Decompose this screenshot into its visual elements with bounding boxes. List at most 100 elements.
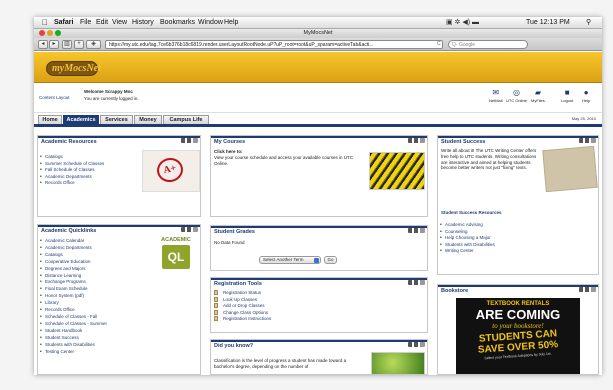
- reg-link-instructions[interactable]: Registration Instructions: [214, 316, 271, 323]
- channel-controls-icon[interactable]: [408, 138, 425, 143]
- link-writing-center[interactable]: Writing Center: [440, 248, 495, 255]
- ql-link[interactable]: Honor System (pdf): [40, 293, 107, 300]
- os-menu-bar:  Safari File Edit View History Bookmark…: [34, 17, 602, 29]
- ql-link[interactable]: Library: [40, 300, 107, 307]
- academic-resources-list: Catalogs Summer Schedule of Classes Fall…: [40, 154, 104, 187]
- did-you-know-title: Did you know?: [211, 340, 427, 349]
- ql-link[interactable]: Final Exam Schedule: [40, 286, 107, 293]
- menu-edit[interactable]: Edit: [96, 17, 108, 29]
- academic-resources-title: Academic Resources: [38, 136, 200, 145]
- spotlight-icon[interactable]: ⚲: [586, 17, 591, 29]
- tab-home[interactable]: Home: [38, 115, 62, 124]
- ql-link[interactable]: Distance Learning: [40, 273, 107, 280]
- channel-controls-icon[interactable]: [579, 287, 596, 292]
- ql-link[interactable]: Students with Disabilities: [40, 342, 107, 349]
- tab-money[interactable]: Money: [134, 115, 162, 124]
- mymocsnet-logo[interactable]: myMocsNet: [46, 61, 101, 76]
- green-image: [371, 352, 425, 374]
- ql-link[interactable]: Student Handbook: [40, 328, 107, 335]
- link-help-choosing-major[interactable]: Help Choosing a Major: [440, 235, 495, 242]
- zoom-window-icon[interactable]: [55, 30, 61, 36]
- ql-link[interactable]: Testing Center: [40, 349, 107, 356]
- resources-subtitle: Student Success Resources: [441, 210, 502, 215]
- ql-link[interactable]: Degrees and Majors: [40, 266, 107, 273]
- ql-link[interactable]: Academic Calendar: [40, 238, 107, 245]
- forward-icon[interactable]: ▸: [49, 40, 59, 49]
- term-select[interactable]: Select Another Term: [259, 256, 321, 264]
- academic-resources-channel: Academic Resources Catalogs Summer Sched…: [37, 135, 201, 217]
- add-bookmark-icon[interactable]: +: [74, 40, 84, 49]
- ql-link[interactable]: Schedule of Classes - Fall: [40, 314, 107, 321]
- menu-file[interactable]: File: [80, 17, 91, 29]
- reg-link-change-options[interactable]: Change Class Options: [214, 309, 271, 317]
- student-grades-channel: Student Grades No Data Found Select Anot…: [210, 225, 428, 271]
- tab-campus-life[interactable]: Campus Life: [163, 115, 209, 124]
- link-records-office[interactable]: Records Office: [40, 180, 104, 187]
- channel-controls-icon[interactable]: [408, 342, 425, 347]
- channel-controls-icon[interactable]: [408, 228, 425, 233]
- my-courses-title: My Courses: [211, 136, 427, 145]
- channel-controls-icon[interactable]: [181, 138, 198, 143]
- menu-app-safari[interactable]: Safari: [54, 17, 73, 29]
- tab-academics[interactable]: Academics: [63, 115, 99, 124]
- student-success-list: Academic Advising Counseling Help Choosi…: [440, 222, 495, 255]
- content-layout-link[interactable]: Content Layout: [39, 95, 70, 100]
- select-arrow-icon: [314, 258, 319, 263]
- reg-link-status[interactable]: Registration Status: [214, 290, 271, 297]
- lock-icon: ■: [564, 88, 570, 97]
- document-icon: [214, 309, 218, 315]
- welcome-text: Welcome Scrappy Moc: [84, 89, 133, 94]
- ql-link[interactable]: Records Office: [40, 307, 107, 314]
- logout-link[interactable]: ■ Logout: [561, 88, 573, 103]
- ql-link[interactable]: Student Success: [40, 335, 107, 342]
- login-status-text: You are currently logged in.: [84, 96, 139, 101]
- portal-tabs: Home Academics Services Money Campus Lif…: [34, 114, 602, 124]
- reg-link-add-drop[interactable]: Add or Drop Classes: [214, 303, 271, 310]
- academic-quicklinks-channel: Academic Quicklinks ACADEMIC QL Academic…: [37, 224, 201, 375]
- netmail-link[interactable]: ✉ NetMail: [489, 88, 503, 103]
- channel-controls-icon[interactable]: [181, 227, 198, 232]
- address-bar[interactable]: https://my.utc.edu/tag.7ce6b376b18c6819.…: [105, 40, 443, 49]
- menu-clock[interactable]: Tue 12:13 PM: [526, 17, 570, 29]
- google-search-field[interactable]: Q- Google: [448, 40, 528, 49]
- sidebar-icon[interactable]: ▥: [62, 40, 72, 49]
- tab-services[interactable]: Services: [100, 115, 133, 124]
- ql-link[interactable]: Cooperative Education: [40, 259, 107, 266]
- ql-link[interactable]: Catalogs: [40, 252, 107, 259]
- menu-view[interactable]: View: [112, 17, 127, 29]
- student-grades-title: Student Grades: [211, 226, 427, 235]
- safari-window:  Safari File Edit View History Bookmark…: [34, 17, 602, 375]
- my-courses-link[interactable]: Click here to:: [214, 149, 243, 155]
- menu-help[interactable]: Help: [224, 17, 238, 29]
- reload-icon[interactable]: C: [437, 41, 441, 47]
- apple-icon[interactable]: : [42, 17, 48, 29]
- student-success-channel: Student Success Write all about it! The …: [437, 135, 599, 275]
- channel-controls-icon[interactable]: [408, 280, 425, 285]
- academic-quicklinks-title: Academic Quicklinks: [38, 225, 200, 234]
- user-bar: Content Layout Welcome Scrappy Moc You a…: [34, 83, 602, 113]
- address-url: https://my.utc.edu/tag.7ce6b376b18c6819.…: [109, 42, 374, 48]
- menu-window[interactable]: Window: [198, 17, 223, 29]
- reg-link-lookup[interactable]: Look Up Classes: [214, 296, 271, 304]
- back-icon[interactable]: ◂: [38, 40, 48, 49]
- ql-link[interactable]: Academic Departments: [40, 245, 107, 252]
- ql-link[interactable]: Schedule of Classes - Summer: [40, 321, 107, 328]
- screenshot:  Safari File Edit View History Bookmark…: [0, 0, 613, 390]
- registration-tools-channel: Registration Tools Registration Status L…: [210, 277, 428, 333]
- help-link[interactable]: ● Help: [582, 88, 590, 103]
- did-you-know-channel: Did you know? Classification is the leve…: [210, 339, 428, 375]
- utc-online-link[interactable]: ◎ UTC Online: [506, 88, 527, 103]
- ad-line-2: ARE COMING: [475, 307, 561, 322]
- bookstore-ad[interactable]: TEXTBOOK RENTALS ARE COMING to your book…: [456, 298, 580, 374]
- close-window-icon[interactable]: [39, 30, 45, 36]
- menu-bookmarks[interactable]: Bookmarks: [160, 17, 195, 29]
- channel-controls-icon[interactable]: [579, 138, 596, 143]
- ql-link[interactable]: Exchange Programs: [40, 279, 107, 286]
- badge-bottom-text: QL: [162, 245, 190, 269]
- tab-underline: [34, 124, 602, 127]
- document-icon: [214, 303, 218, 309]
- myfiles-link[interactable]: ▰ MyFiles: [531, 88, 545, 103]
- go-button[interactable]: Go: [324, 256, 337, 264]
- menu-history[interactable]: History: [132, 17, 154, 29]
- minimize-window-icon[interactable]: [47, 30, 53, 36]
